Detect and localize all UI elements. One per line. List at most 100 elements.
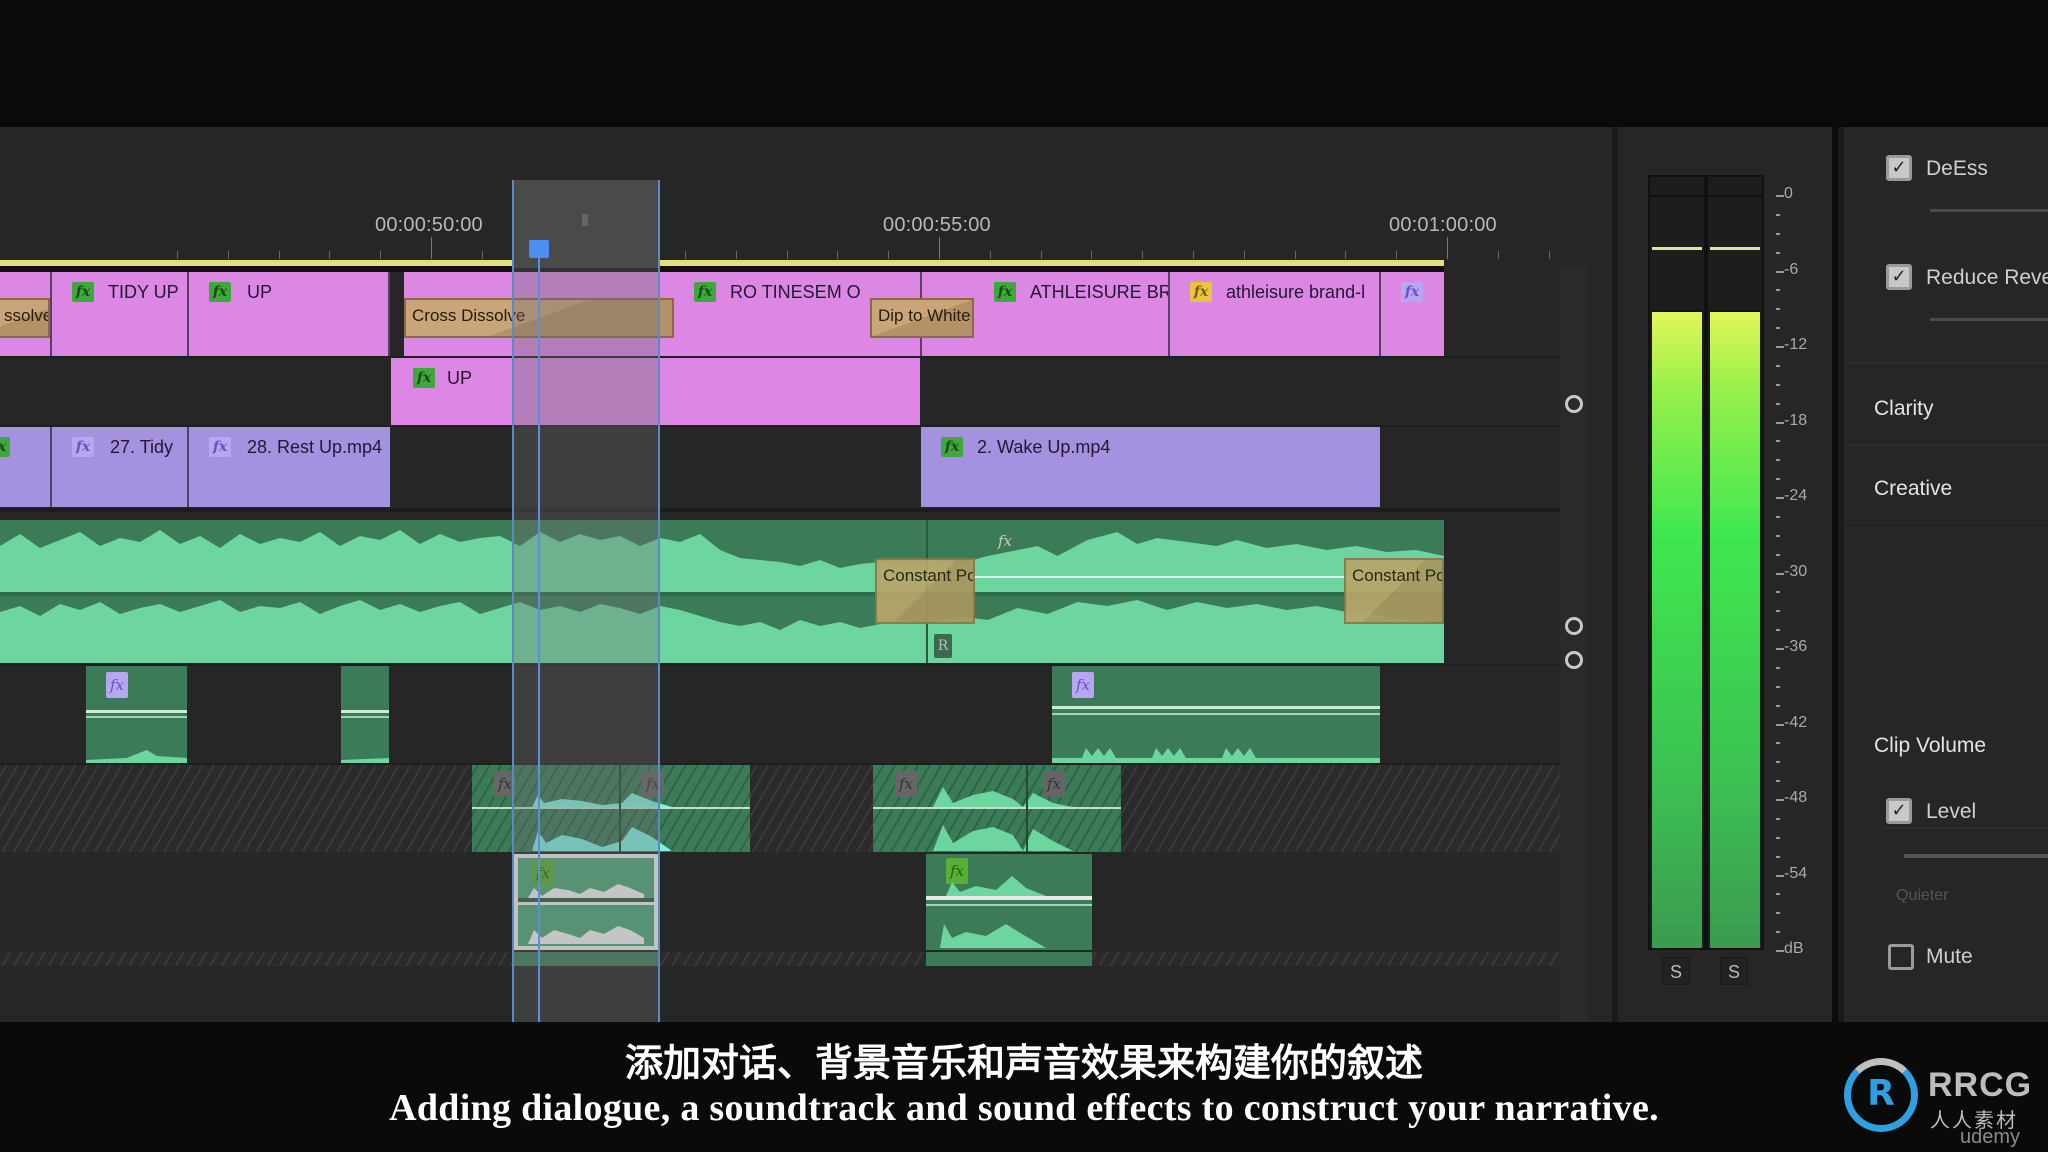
time-ruler[interactable]: 00:00:50:00 00:00:55:00 00:01:00:00: [0, 127, 1612, 267]
zoom-handle[interactable]: [1565, 395, 1583, 413]
audio-clip[interactable]: fx fx: [873, 765, 1121, 852]
clip-label: athleisure brand-l: [1226, 282, 1366, 302]
deess-checkbox[interactable]: ✓: [1886, 155, 1912, 181]
audio-clip[interactable]: fx: [926, 854, 1092, 950]
subtitle-band: 添加对话、背景音乐和声音效果来构建你的叙述 Adding dialogue, a…: [0, 1024, 2048, 1152]
db-scale-tick: [1776, 270, 1784, 273]
db-scale-tick: [1776, 704, 1780, 707]
video-clip[interactable]: fx: [1381, 272, 1444, 356]
ruler-minor-tick: [228, 251, 229, 259]
meter-clip-indicator[interactable]: [1708, 177, 1762, 197]
audio-clip[interactable]: [926, 952, 1092, 966]
audio-track-a3: fx fx fx fx: [0, 765, 1560, 852]
db-scale-tick: [1776, 213, 1780, 216]
solo-button-right[interactable]: S: [1720, 957, 1748, 985]
transition-constant-power[interactable]: Constant Po: [875, 558, 975, 624]
fx-icon: fx: [0, 437, 10, 457]
video-track-v2: fx UP: [0, 358, 1560, 425]
audio-marker-r: R: [934, 634, 952, 658]
vertical-zoom-scrollbar[interactable]: [1560, 267, 1588, 1022]
fx-icon: fx: [994, 282, 1016, 302]
db-scale-tick: [1776, 251, 1780, 254]
video-clip[interactable]: fx UP: [189, 272, 390, 356]
audio-waveform: [86, 710, 187, 763]
db-scale-tick: [1776, 817, 1780, 820]
meter-channel-right: [1706, 175, 1764, 950]
section-divider: [1844, 444, 2048, 446]
transition-dip-to-white[interactable]: Dip to White: [870, 298, 974, 338]
mute-checkbox[interactable]: [1888, 944, 1914, 970]
fx-icon: fx: [1401, 282, 1423, 302]
meter-peak-hold: [1710, 247, 1760, 251]
db-scale-tick: [1776, 629, 1780, 632]
in-out-range[interactable]: [512, 180, 660, 1022]
playhead-line[interactable]: [538, 247, 540, 1022]
level-checkbox[interactable]: ✓: [1886, 798, 1912, 824]
section-clip-volume[interactable]: Clip Volume: [1874, 734, 1986, 758]
meter-clip-indicator[interactable]: [1650, 177, 1704, 197]
db-scale-tick: [1776, 289, 1780, 292]
audio-track-a1: fx R Constant Po Constant Po: [0, 520, 1560, 663]
video-clip[interactable]: fx 27. Tidy: [52, 427, 189, 507]
db-scale-tick: [1776, 497, 1784, 499]
audio-waveform: [926, 876, 1092, 948]
quieter-hint: Quieter: [1896, 887, 1949, 904]
clip-label: UP: [247, 282, 273, 302]
section-creative[interactable]: Creative: [1874, 477, 1952, 501]
db-scale-label: -30: [1784, 562, 1808, 580]
ruler-minor-tick: [685, 251, 686, 259]
video-clip[interactable]: fx athleisure brand-l: [1170, 272, 1381, 356]
video-clip[interactable]: fx TIDY UP: [52, 272, 189, 356]
fx-icon: fx: [209, 282, 231, 302]
ruler-minor-tick: [837, 251, 838, 259]
fx-icon: fx: [413, 368, 435, 388]
playhead-handle[interactable]: [529, 240, 549, 258]
timecode-label: 00:00:55:00: [883, 214, 991, 236]
clip-label: TIDY UP: [108, 282, 179, 302]
audio-clip[interactable]: [341, 666, 389, 763]
essential-sound-panel: ✓ DeEss ✓ Reduce Rever Clarity Creative …: [1838, 127, 2048, 1022]
db-scale-tick: [1776, 912, 1780, 915]
audio-clip[interactable]: fx: [1052, 666, 1380, 763]
ruler-minor-tick: [1396, 251, 1397, 259]
zoom-handle[interactable]: [1565, 617, 1583, 635]
audio-clip[interactable]: [0, 520, 926, 663]
meter-peak-hold: [1652, 247, 1702, 251]
db-scale-tick: [1776, 893, 1780, 896]
db-scale-label: -6: [1784, 260, 1799, 278]
video-clip[interactable]: fx: [0, 427, 52, 507]
fx-icon: fx: [209, 437, 231, 457]
db-scale-label: -36: [1784, 638, 1808, 655]
reduce-reverb-checkbox[interactable]: ✓: [1886, 264, 1912, 290]
watermark-platform: udemy: [1960, 1126, 2021, 1148]
db-scale-tick: [1776, 780, 1780, 783]
db-scale-label: -54: [1784, 864, 1808, 882]
timeline-panel[interactable]: 00:00:50:00 00:00:55:00 00:01:00:00 fx T…: [0, 127, 1612, 1022]
transition-cross-dissolve[interactable]: ssolve: [0, 298, 50, 338]
reduce-reverb-label: Reduce Rever: [1926, 266, 2048, 289]
ruler-minor-tick: [736, 251, 737, 259]
transition-constant-power[interactable]: Constant Po: [1344, 558, 1444, 624]
zoom-handle[interactable]: [1565, 651, 1583, 669]
db-scale-tick: [1776, 383, 1780, 386]
timecode-label: 00:01:00:00: [1389, 214, 1497, 236]
db-scale-tick: [1776, 742, 1780, 745]
reduce-reverb-slider[interactable]: [1930, 318, 2048, 321]
mute-label: Mute: [1926, 945, 1973, 968]
db-scale-tick: [1776, 308, 1780, 311]
deess-slider[interactable]: [1930, 209, 2048, 212]
level-slider[interactable]: [1904, 854, 2048, 858]
video-clip[interactable]: fx 2. Wake Up.mp4: [921, 427, 1380, 507]
solo-button-left[interactable]: S: [1662, 957, 1690, 985]
ruler-minor-tick: [177, 251, 178, 259]
ruler-minor-tick: [279, 251, 280, 259]
section-clarity[interactable]: Clarity: [1874, 397, 1934, 421]
db-scale-tick: [1776, 478, 1780, 481]
audio-clip[interactable]: fx: [86, 666, 187, 763]
db-scale-label: 0: [1784, 185, 1793, 202]
watermark: R RRCG 人人素材 udemy: [1840, 1052, 2048, 1152]
video-clip[interactable]: fx 28. Rest Up.mp4: [189, 427, 390, 507]
ruler-minor-tick: [1244, 251, 1245, 259]
audio-waveform: [341, 710, 389, 763]
subtitle-english: Adding dialogue, a soundtrack and sound …: [389, 1087, 1659, 1129]
